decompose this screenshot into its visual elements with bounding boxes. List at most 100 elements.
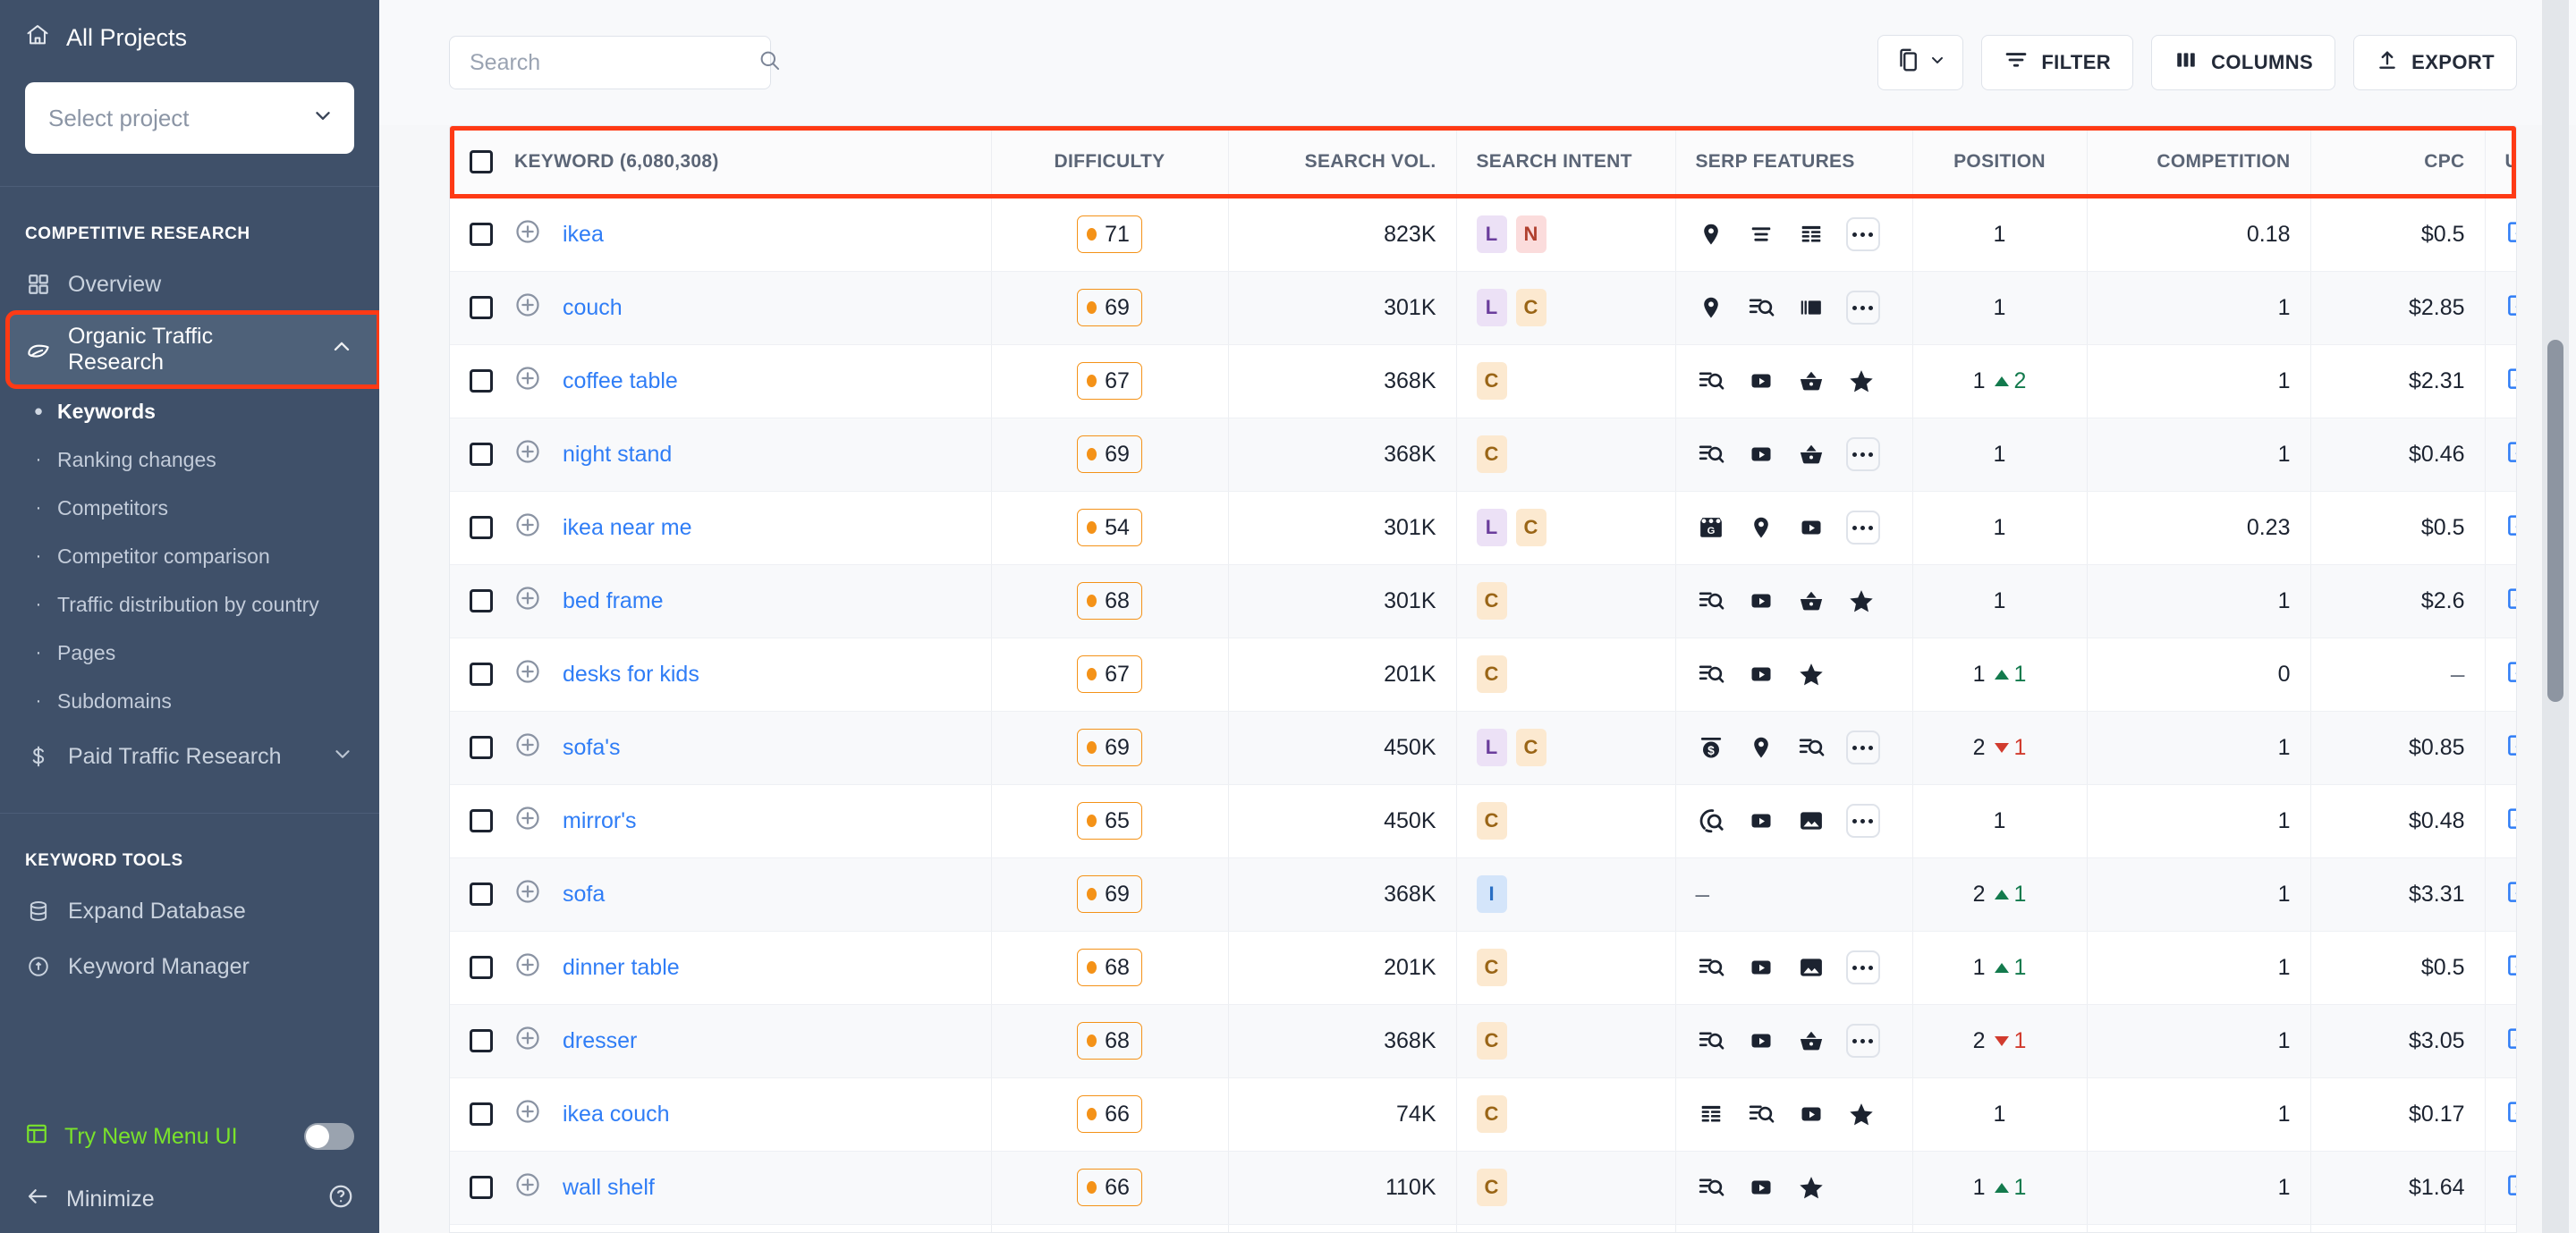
chevron-up-icon[interactable] (329, 334, 354, 366)
more-serp-features-button[interactable] (1845, 950, 1880, 984)
col-header-cpc[interactable]: CPC (2310, 126, 2486, 198)
add-keyword-icon[interactable] (514, 951, 541, 984)
add-keyword-icon[interactable] (514, 1025, 541, 1058)
col-header-url[interactable]: URL (2485, 126, 2516, 198)
open-url-icon[interactable] (2505, 661, 2516, 690)
sidebar-item-overview[interactable]: Overview (0, 257, 379, 312)
sidebar-item-organic-traffic-research[interactable]: Organic Traffic Research (5, 310, 381, 389)
project-select[interactable]: Select project (25, 82, 354, 154)
keyword-link[interactable]: dresser (563, 1028, 637, 1054)
all-projects-link[interactable]: All Projects (25, 0, 354, 75)
vertical-scrollbar-thumb[interactable] (2547, 340, 2563, 702)
row-checkbox[interactable] (470, 516, 493, 539)
sidebar-subitem-competitor-comparison[interactable]: · Competitor comparison (0, 532, 379, 580)
row-checkbox[interactable] (470, 663, 493, 686)
keyword-link[interactable]: ikea near me (563, 515, 692, 541)
add-keyword-icon[interactable] (514, 1171, 541, 1204)
export-button[interactable]: EXPORT (2353, 35, 2517, 90)
sidebar-subitem-traffic-distribution[interactable]: · Traffic distribution by country (0, 580, 379, 629)
sidebar-subitem-ranking-changes[interactable]: · Ranking changes (0, 435, 379, 484)
table-row[interactable]: night stand 69 368K C 1 1 $0.46 (450, 418, 2516, 492)
minimize-row[interactable]: Minimize (0, 1165, 379, 1233)
row-checkbox[interactable] (470, 809, 493, 832)
keyword-link[interactable]: wall shelf (563, 1175, 655, 1201)
open-url-icon[interactable] (2505, 1027, 2516, 1057)
add-keyword-icon[interactable] (514, 218, 541, 251)
table-row[interactable]: couch 69 301K LC 1 1 $2.85 (450, 271, 2516, 345)
table-row[interactable]: coffee table 67 368K C 12 1 $2.31 (450, 344, 2516, 418)
open-url-icon[interactable] (2505, 1174, 2516, 1203)
add-keyword-icon[interactable] (514, 585, 541, 618)
sidebar-subitem-competitors[interactable]: · Competitors (0, 484, 379, 532)
open-url-icon[interactable] (2505, 734, 2516, 764)
try-new-menu-ui-toggle[interactable] (304, 1123, 354, 1150)
row-checkbox[interactable] (470, 296, 493, 319)
sidebar-item-paid-traffic-research[interactable]: Paid Traffic Research (0, 725, 379, 788)
sidebar-subitem-subdomains[interactable]: · Subdomains (0, 677, 379, 725)
open-url-icon[interactable] (2505, 1101, 2516, 1130)
table-row[interactable]: ikea couch 66 74K C 1 1 $0.17 (450, 1077, 2516, 1152)
sidebar-subitem-pages[interactable]: · Pages (0, 629, 379, 677)
search-input[interactable] (470, 49, 758, 76)
row-checkbox[interactable] (470, 1029, 493, 1052)
chevron-down-icon[interactable] (331, 742, 354, 772)
filter-button[interactable]: FILTER (1981, 35, 2134, 90)
add-keyword-icon[interactable] (514, 438, 541, 471)
table-row[interactable]: desks for kids 67 201K C 11 0 – (450, 638, 2516, 712)
try-new-menu-ui-row[interactable]: Try New Menu UI (0, 1108, 379, 1165)
more-serp-features-button[interactable] (1845, 437, 1880, 471)
col-header-keyword[interactable]: KEYWORD (6,080,308) (450, 126, 992, 198)
col-header-search-vol[interactable]: SEARCH VOL. (1228, 126, 1457, 198)
more-serp-features-button[interactable] (1845, 291, 1880, 325)
col-header-competition[interactable]: COMPETITION (2087, 126, 2311, 198)
open-url-icon[interactable] (2505, 514, 2516, 544)
keyword-link[interactable]: dinner table (563, 955, 680, 981)
open-url-icon[interactable] (2505, 807, 2516, 837)
table-row[interactable]: dresser 68 368K C 21 1 $3.05 (450, 1004, 2516, 1078)
col-header-position[interactable]: POSITION (1912, 126, 2088, 198)
add-keyword-icon[interactable] (514, 878, 541, 911)
add-keyword-icon[interactable] (514, 511, 541, 545)
more-serp-features-button[interactable] (1845, 804, 1880, 838)
table-row[interactable]: sofa's 69 450K LC $ 21 1 $0.85 (450, 711, 2516, 785)
table-row[interactable]: sofa 69 368K I – 21 1 $3.31 (450, 857, 2516, 932)
add-keyword-icon[interactable] (514, 291, 541, 325)
keyword-link[interactable]: night stand (563, 442, 672, 468)
open-url-icon[interactable] (2505, 881, 2516, 910)
table-row[interactable]: wall shelf 66 110K C 11 1 $1.64 (450, 1151, 2516, 1225)
open-url-icon[interactable] (2505, 367, 2516, 397)
open-url-icon[interactable] (2505, 954, 2516, 984)
more-serp-features-button[interactable] (1845, 731, 1880, 764)
add-keyword-icon[interactable] (514, 731, 541, 764)
help-icon[interactable] (327, 1183, 354, 1216)
add-keyword-icon[interactable] (514, 805, 541, 838)
row-checkbox[interactable] (470, 589, 493, 612)
more-serp-features-button[interactable] (1845, 1024, 1880, 1058)
open-url-icon[interactable] (2505, 294, 2516, 324)
device-selector-button[interactable] (1877, 35, 1964, 90)
table-row[interactable]: bed frame 68 301K C 1 1 $2.6 (450, 564, 2516, 638)
keyword-link[interactable]: bed frame (563, 588, 664, 614)
open-url-icon[interactable] (2505, 441, 2516, 470)
select-all-checkbox[interactable] (470, 149, 493, 173)
keyword-link[interactable]: ikea (563, 222, 604, 248)
keyword-link[interactable]: mirror's (563, 808, 637, 834)
row-checkbox[interactable] (470, 443, 493, 466)
row-checkbox[interactable] (470, 369, 493, 393)
table-row[interactable]: dinner table 68 201K C 11 1 $0.5 (450, 931, 2516, 1005)
keyword-link[interactable]: desks for kids (563, 662, 699, 688)
keyword-link[interactable]: sofa (563, 882, 605, 908)
keyword-link[interactable]: coffee table (563, 368, 678, 394)
table-row[interactable]: ikea near me 54 301K LC G 1 0.23 $0.5 (450, 491, 2516, 565)
sidebar-item-keyword-manager[interactable]: Keyword Manager (0, 939, 379, 994)
open-url-icon[interactable] (2505, 221, 2516, 250)
search-input-wrapper[interactable] (449, 36, 780, 89)
col-header-serp-features[interactable]: SERP FEATURES (1675, 126, 1913, 198)
add-keyword-icon[interactable] (514, 365, 541, 398)
col-header-search-intent[interactable]: SEARCH INTENT (1456, 126, 1676, 198)
more-serp-features-button[interactable] (1845, 511, 1880, 545)
keyword-link[interactable]: sofa's (563, 735, 621, 761)
add-keyword-icon[interactable] (514, 658, 541, 691)
more-serp-features-button[interactable] (1845, 217, 1880, 251)
table-row[interactable]: mirror's 65 450K C 1 1 $0.48 (450, 784, 2516, 858)
